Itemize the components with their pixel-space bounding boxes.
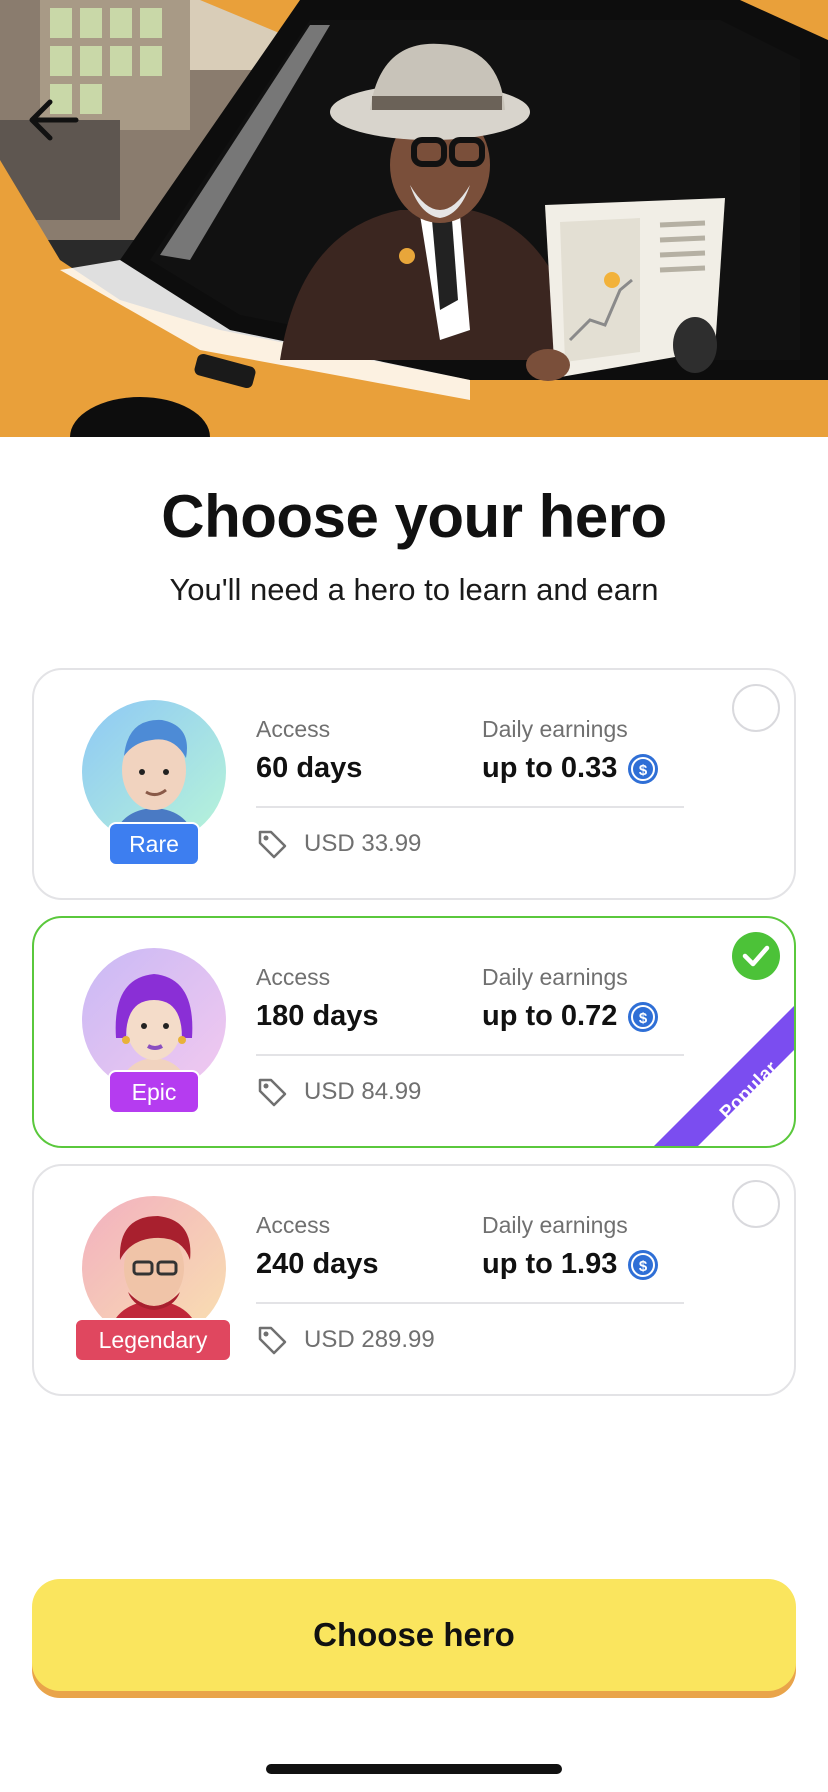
access-value: 240 days (256, 1248, 379, 1280)
price-tag-icon (258, 1326, 287, 1355)
tier-badge-legendary: Legendary (74, 1318, 232, 1362)
divider (256, 1054, 684, 1056)
choose-hero-screen: Choose your hero You'll need a hero to l… (0, 0, 828, 1792)
home-indicator[interactable] (266, 1764, 562, 1774)
plan-card-rare[interactable]: Rare Access 60 days Daily earnings up to… (32, 668, 796, 900)
plan-radio[interactable] (732, 684, 780, 732)
price-tag-icon (258, 830, 287, 859)
hero-illustration (0, 0, 828, 437)
choose-hero-button[interactable]: Choose hero (32, 1579, 796, 1691)
plan-card-legendary[interactable]: Legendary Access 240 days Daily earnings… (32, 1164, 796, 1396)
earnings-label: Daily earnings (482, 964, 628, 990)
back-button[interactable] (22, 88, 86, 152)
plan-radio[interactable] (732, 1180, 780, 1228)
tier-badge-epic: Epic (108, 1070, 200, 1114)
earnings-value: up to 0.72 $ (482, 1000, 659, 1033)
access-value: 60 days (256, 752, 363, 784)
divider (256, 806, 684, 808)
usd-coin-icon: $ (628, 753, 659, 784)
arrow-left-icon (29, 99, 79, 141)
price-row: USD 84.99 (256, 1076, 421, 1108)
svg-text:$: $ (639, 1010, 648, 1027)
price-row: USD 289.99 (256, 1324, 435, 1356)
plan-card-epic[interactable]: Epic Access 180 days Daily earnings up t… (32, 916, 796, 1148)
page-title: Choose your hero (161, 483, 667, 550)
access-label: Access (256, 716, 331, 742)
earnings-value: up to 1.93 $ (482, 1248, 659, 1281)
earnings-label: Daily earnings (482, 716, 628, 742)
price-row: USD 33.99 (256, 828, 421, 860)
check-icon (742, 945, 770, 967)
price-value: USD 289.99 (304, 1326, 435, 1353)
svg-text:$: $ (639, 1258, 648, 1275)
price-tag-icon (258, 1078, 287, 1107)
svg-text:$: $ (639, 762, 648, 779)
access-label: Access (256, 1212, 331, 1238)
price-value: USD 84.99 (304, 1078, 422, 1105)
page-subtitle: You'll need a hero to learn and earn (169, 572, 659, 607)
popular-ribbon: Popular (654, 1006, 794, 1146)
price-value: USD 33.99 (304, 830, 422, 857)
access-value: 180 days (256, 1000, 379, 1032)
earnings-value: up to 0.33 $ (482, 752, 659, 785)
tier-badge-rare: Rare (108, 822, 200, 866)
earnings-label: Daily earnings (482, 1212, 628, 1238)
access-label: Access (256, 964, 331, 990)
usd-coin-icon: $ (628, 1249, 659, 1280)
divider (256, 1302, 684, 1304)
plan-radio-selected[interactable] (732, 932, 780, 980)
